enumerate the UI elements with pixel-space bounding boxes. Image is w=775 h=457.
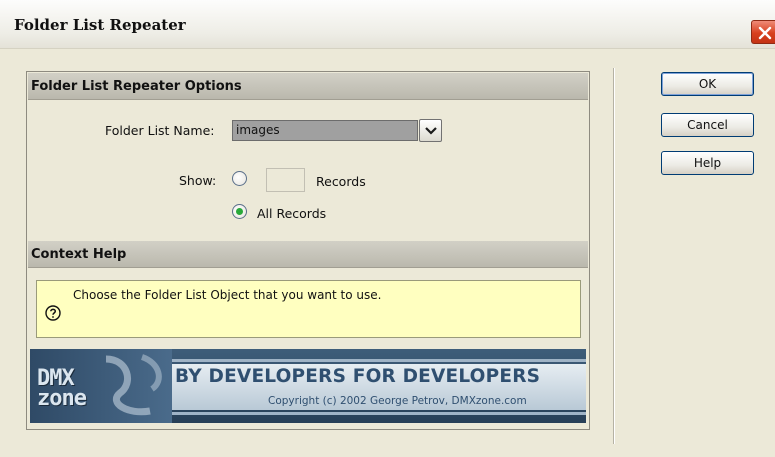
- ok-button[interactable]: OK: [661, 72, 754, 96]
- banner-slogan: BY DEVELOPERS FOR DEVELOPERS: [175, 366, 541, 387]
- folder-list-name-select[interactable]: images: [232, 120, 418, 141]
- folder-list-dropdown-button[interactable]: [419, 119, 442, 142]
- options-header: Folder List Repeater Options: [28, 73, 588, 100]
- dmxzone-banner: DMX zone BY DEVELOPERS FOR DEVELOPERS Co…: [30, 349, 586, 423]
- window-title: Folder List Repeater: [14, 16, 186, 34]
- records-count-input[interactable]: [266, 168, 305, 192]
- show-label: Show:: [179, 173, 217, 188]
- help-question-icon: [45, 305, 61, 321]
- all-records-radio[interactable]: [232, 204, 247, 219]
- records-label: Records: [316, 174, 366, 189]
- close-button[interactable]: [751, 20, 775, 44]
- chevron-down-icon: [425, 127, 437, 135]
- cancel-button[interactable]: Cancel: [661, 113, 754, 137]
- dialog-window: Folder List Repeater Folder List Repeate…: [0, 0, 775, 457]
- vertical-divider: [613, 68, 615, 444]
- dmxzone-logo-text: DMX zone: [37, 368, 87, 411]
- context-help-text: Choose the Folder List Object that you w…: [73, 288, 382, 302]
- all-records-label: All Records: [257, 206, 327, 221]
- folder-list-name-value: images: [236, 123, 280, 137]
- banner-copyright: Copyright (c) 2002 George Petrov, DMXzon…: [268, 395, 527, 407]
- title-bar[interactable]: Folder List Repeater: [0, 0, 775, 49]
- logo-swirl-icon: [105, 354, 162, 416]
- context-help-box: Choose the Folder List Object that you w…: [36, 280, 581, 338]
- context-help-header: Context Help: [28, 241, 588, 268]
- records-radio[interactable]: [232, 171, 247, 186]
- folder-list-name-label: Folder List Name:: [105, 123, 215, 138]
- close-icon: [758, 26, 772, 40]
- dmxzone-logo: DMX zone: [30, 349, 172, 423]
- logo-line-zone: zone: [37, 386, 87, 411]
- radio-selected-dot: [236, 208, 243, 215]
- options-panel: Folder List Repeater Options Folder List…: [26, 71, 590, 430]
- help-button[interactable]: Help: [661, 151, 754, 175]
